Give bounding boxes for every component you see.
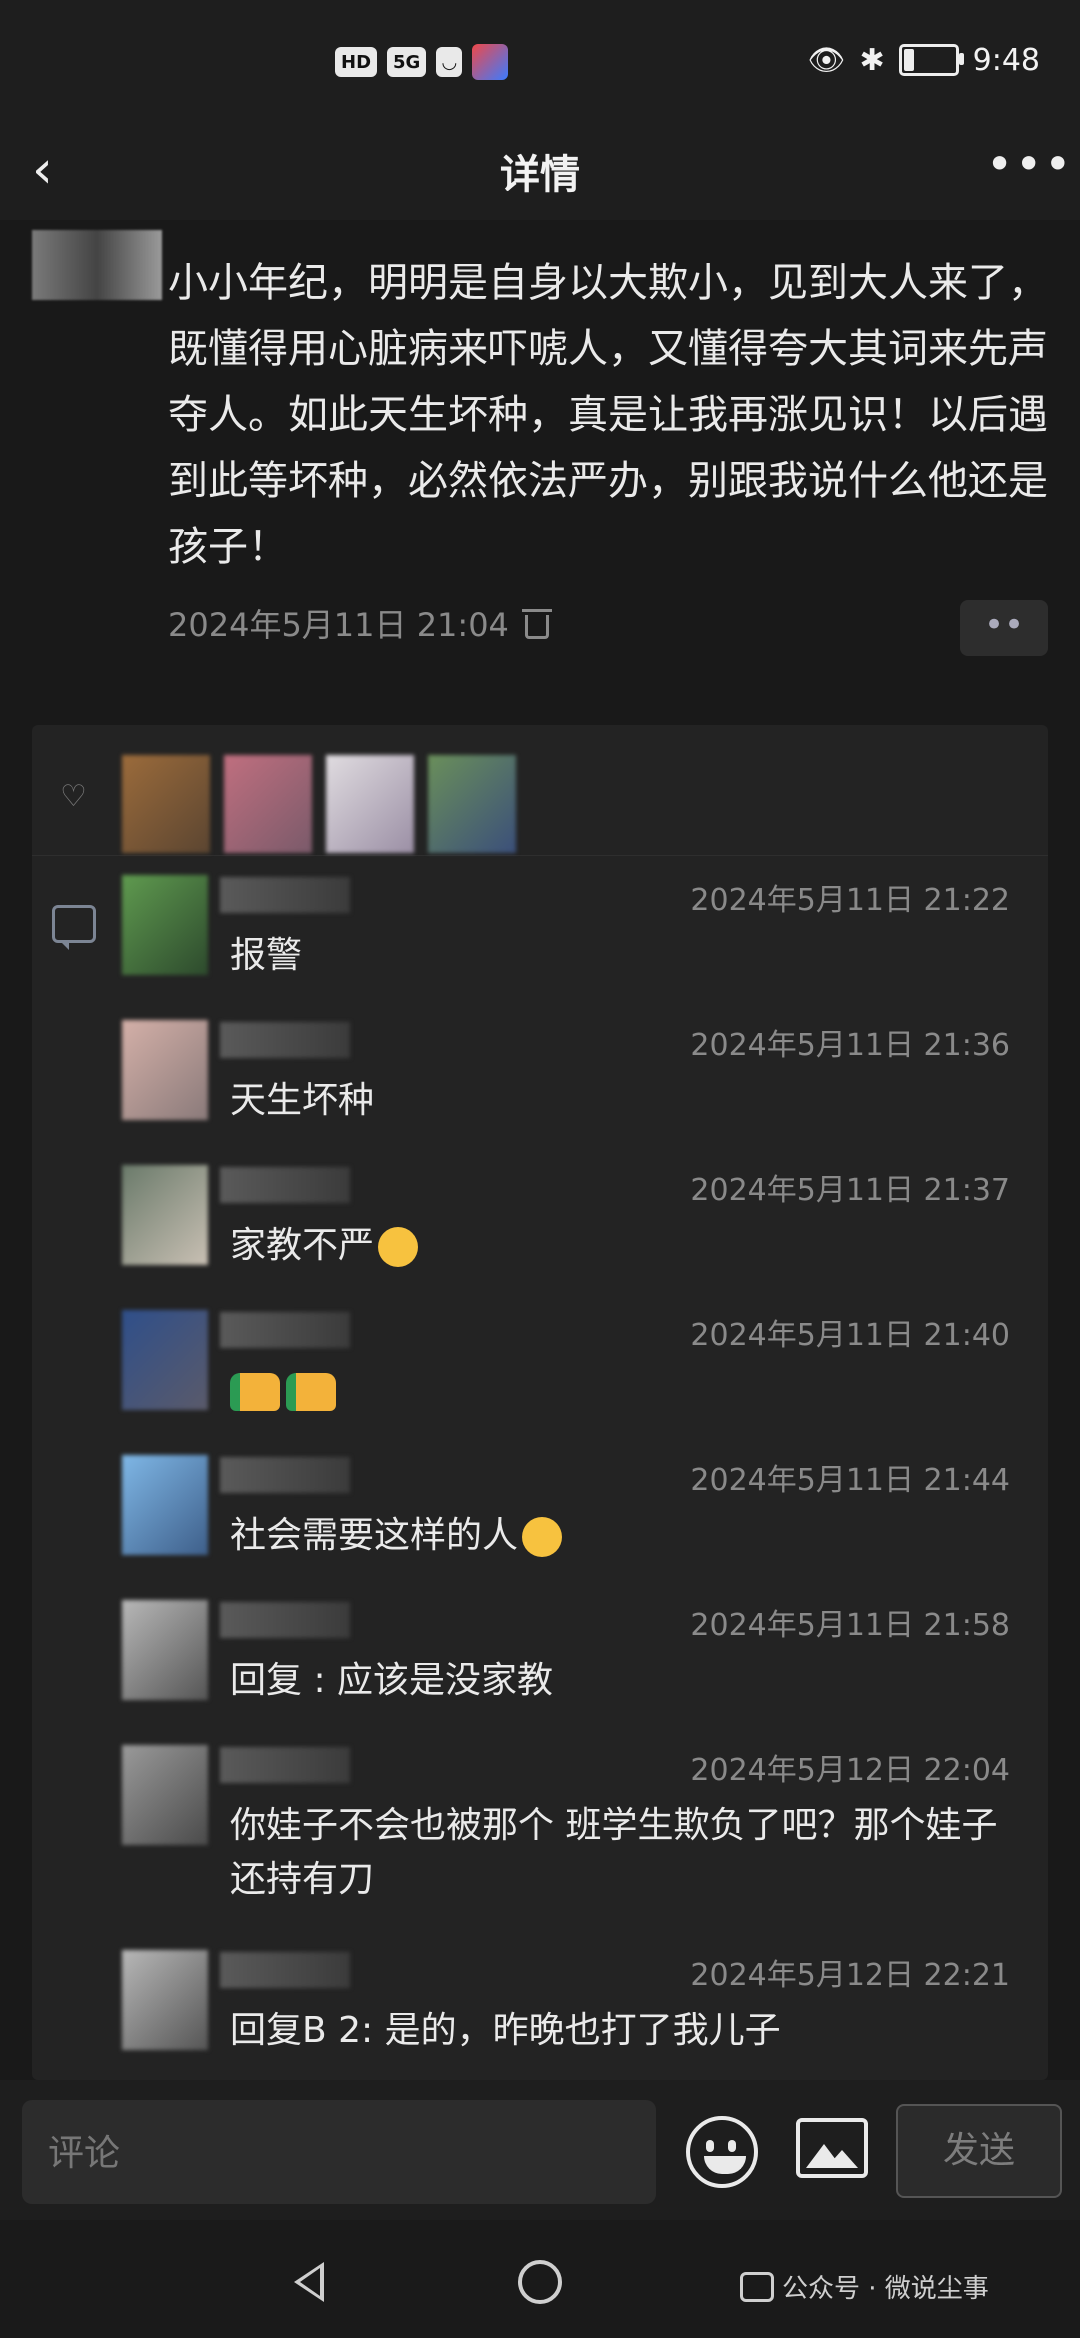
top-nav: ‹ 详情 ••• — [0, 120, 1080, 220]
comment-timestamp: 2024年5月11日 21:40 — [690, 1318, 1010, 1353]
comment-timestamp: 2024年5月12日 22:04 — [690, 1753, 1010, 1788]
comment-text: 回复 : 应该是没家教 — [230, 1660, 554, 1701]
post-content: 小小年纪，明明是自身以大欺小，见到大人来了，既懂得用心脏病来吓唬人，又懂得夸大其… — [168, 260, 1048, 570]
battery-icon — [898, 44, 964, 76]
commenter-avatar[interactable] — [122, 1020, 208, 1120]
watermark-text: 公众号 · 微说尘事 — [782, 2274, 989, 2304]
heart-icon: ♡ — [60, 779, 87, 814]
status-icons-right: 👁 ✱ 9:48 — [807, 38, 1040, 82]
clock: 9:48 — [972, 42, 1040, 78]
comment-input-wrapper — [22, 2100, 656, 2206]
commenter-name[interactable] — [220, 1602, 350, 1638]
signal-5g-icon: 5G — [387, 47, 427, 77]
watermark: 公众号 · 微说尘事 — [740, 2268, 989, 2305]
commenter-name[interactable] — [220, 1457, 350, 1493]
status-icons-center: HD 5G ◡ — [335, 42, 509, 82]
comment-item[interactable]: 2024年5月11日 21:22 报警 — [122, 875, 1042, 1015]
commenter-avatar[interactable] — [122, 1745, 208, 1845]
post-author-avatar[interactable] — [32, 230, 162, 300]
comment-timestamp: 2024年5月11日 21:58 — [690, 1608, 1010, 1643]
emoji-icon[interactable] — [686, 2116, 758, 2188]
comment-item[interactable]: 2024年5月11日 21:40 — [122, 1310, 1042, 1450]
eye-icon: 👁 — [807, 42, 846, 78]
grinning-emoji-icon — [522, 1517, 563, 1557]
comment-item[interactable]: 2024年5月11日 21:37 家教不严 — [122, 1165, 1042, 1305]
commenter-name[interactable] — [220, 877, 350, 913]
commenter-avatar[interactable] — [122, 1600, 208, 1700]
comments-panel: ♡ 2024年5月11日 21:22 报警 2024年5月11日 21:36 天… — [32, 725, 1048, 2080]
liker-avatar[interactable] — [122, 755, 210, 853]
comment-text: 报警 — [230, 935, 303, 976]
status-bar: HD 5G ◡ 👁 ✱ 9:48 — [0, 0, 1080, 120]
comment-icon — [52, 905, 96, 950]
post-timestamp: 2024年5月11日 21:04 — [168, 606, 509, 644]
notification-icon: ◡ — [436, 47, 463, 77]
page-title: 详情 — [500, 152, 580, 198]
comment-text: 回复B 2: 是的，昨晚也打了我儿子 — [230, 2010, 781, 2051]
comment-input[interactable] — [22, 2100, 630, 2206]
comment-item[interactable]: 2024年5月12日 22:21 回复B 2: 是的，昨晚也打了我儿子 — [122, 1950, 1042, 2080]
commenter-name[interactable] — [220, 1952, 350, 1988]
wechat-icon — [740, 2271, 774, 2302]
commenter-avatar[interactable] — [122, 1310, 208, 1410]
commenter-name[interactable] — [220, 1022, 350, 1058]
send-button[interactable]: 发送 — [896, 2104, 1062, 2198]
image-icon[interactable] — [796, 2118, 868, 2178]
comment-item[interactable]: 2024年5月11日 21:36 天生坏种 — [122, 1020, 1042, 1160]
commenter-avatar[interactable] — [122, 1950, 208, 2050]
comment-composer: 发送 — [0, 2080, 1080, 2220]
liker-avatar[interactable] — [224, 755, 312, 853]
laughing-emoji-icon — [378, 1227, 419, 1267]
commenter-name[interactable] — [220, 1167, 350, 1203]
liker-avatars — [122, 755, 516, 853]
liker-avatar[interactable] — [326, 755, 414, 853]
comment-timestamp: 2024年5月12日 22:21 — [690, 1958, 1010, 1993]
thumbs-up-icon — [230, 1373, 280, 1411]
commenter-name[interactable] — [220, 1747, 350, 1783]
like-comment-button[interactable]: •• — [960, 600, 1048, 656]
liker-avatar[interactable] — [428, 755, 516, 853]
comment-text — [230, 1364, 1030, 1418]
comment-text: 天生坏种 — [230, 1080, 375, 1121]
comment-item[interactable]: 2024年5月12日 22:04 你娃子不会也被那个 班学生欺负了吧？那个娃子还… — [122, 1745, 1042, 1945]
hd-badge: HD — [335, 47, 378, 77]
comment-timestamp: 2024年5月11日 21:36 — [690, 1028, 1010, 1063]
commenter-avatar[interactable] — [122, 1455, 208, 1555]
delete-icon[interactable] — [521, 607, 552, 639]
bluetooth-icon: ✱ — [859, 42, 885, 78]
system-home-icon[interactable] — [518, 2260, 562, 2304]
comment-timestamp: 2024年5月11日 21:44 — [690, 1463, 1010, 1498]
commenter-avatar[interactable] — [122, 1165, 208, 1265]
thumbs-up-icon — [286, 1373, 336, 1411]
comment-timestamp: 2024年5月11日 21:22 — [690, 883, 1010, 918]
app-notification-icon — [472, 44, 509, 80]
system-navigation-bar: 公众号 · 微说尘事 — [0, 2220, 1080, 2338]
comment-text: 社会需要这样的人 — [230, 1509, 1030, 1563]
comment-timestamp: 2024年5月11日 21:37 — [690, 1173, 1010, 1208]
comment-text: 你娃子不会也被那个 班学生欺负了吧？那个娃子还持有刀 — [230, 1805, 998, 1900]
commenter-name[interactable] — [220, 1312, 350, 1348]
comment-text-label: 社会需要这样的人 — [230, 1515, 519, 1556]
comment-text: 家教不严 — [230, 1219, 1030, 1273]
post-meta: 2024年5月11日 21:04 — [168, 600, 552, 646]
system-back-icon[interactable] — [294, 2262, 324, 2302]
comment-item[interactable]: 2024年5月11日 21:44 社会需要这样的人 — [122, 1455, 1042, 1595]
comment-item[interactable]: 2024年5月11日 21:58 回复 : 应该是没家教 — [122, 1600, 1042, 1740]
more-options-button[interactable]: ••• — [986, 141, 1071, 198]
commenter-avatar[interactable] — [122, 875, 208, 975]
comment-text-label: 家教不严 — [230, 1225, 375, 1266]
likes-row: ♡ — [32, 725, 1048, 856]
